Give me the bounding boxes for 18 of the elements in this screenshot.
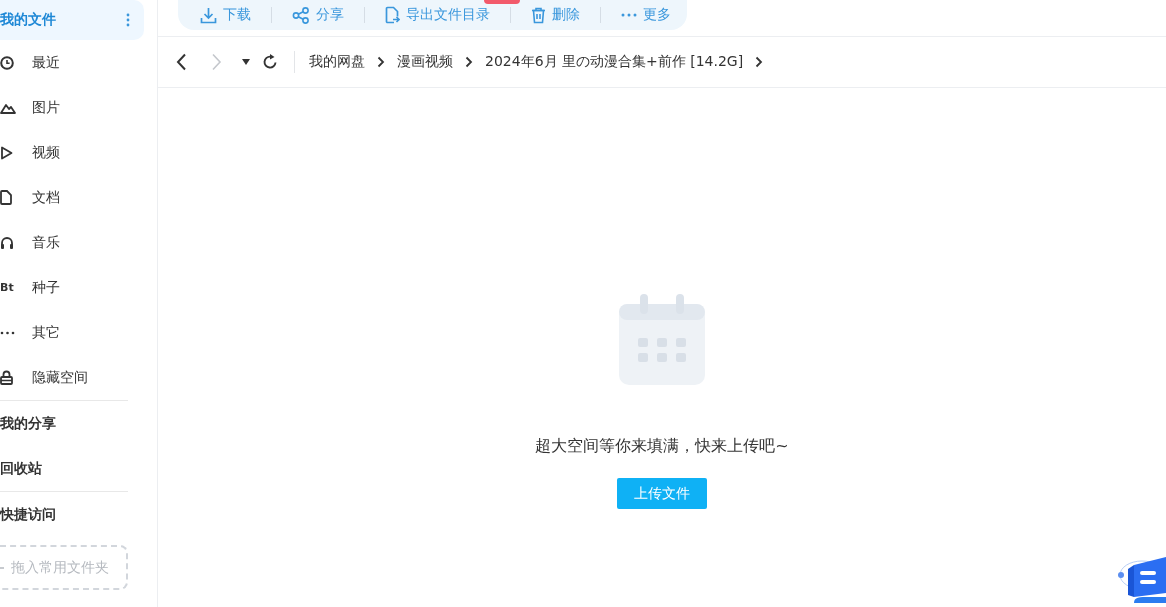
sidebar-item[interactable]: 文档 — [0, 175, 144, 220]
breadcrumb-link[interactable]: 漫画视频 — [397, 53, 453, 71]
my-files-header[interactable]: 我的文件 — [0, 0, 144, 40]
sidebar-item[interactable]: 其它 — [0, 310, 144, 355]
sidebar-item[interactable]: 图片 — [0, 85, 144, 130]
breadcrumb-link[interactable]: 我的网盘 — [309, 53, 365, 71]
breadcrumb-link[interactable]: 2024年6月 里の动漫合集+前作 [14.2G] — [485, 53, 744, 71]
sidebar-item[interactable]: 最近 — [0, 40, 144, 85]
section-title: 快捷访问 — [0, 504, 57, 524]
sidebar-section[interactable]: 我的分享 — [0, 401, 157, 446]
torrent-icon: Bt — [0, 281, 14, 294]
sidebar-section[interactable]: 回收站 — [0, 446, 157, 491]
section-title: 我的文件 — [0, 11, 56, 29]
sidebar-item[interactable]: 隐藏空间 — [0, 355, 144, 400]
sidebar-item[interactable]: Bt 种子 — [0, 265, 144, 310]
sidebar-item[interactable]: 音乐 — [0, 220, 144, 265]
empty-message: 超大空间等你来填满，快来上传吧~ — [535, 436, 789, 457]
sidebar-item[interactable]: 视频 — [0, 130, 144, 175]
